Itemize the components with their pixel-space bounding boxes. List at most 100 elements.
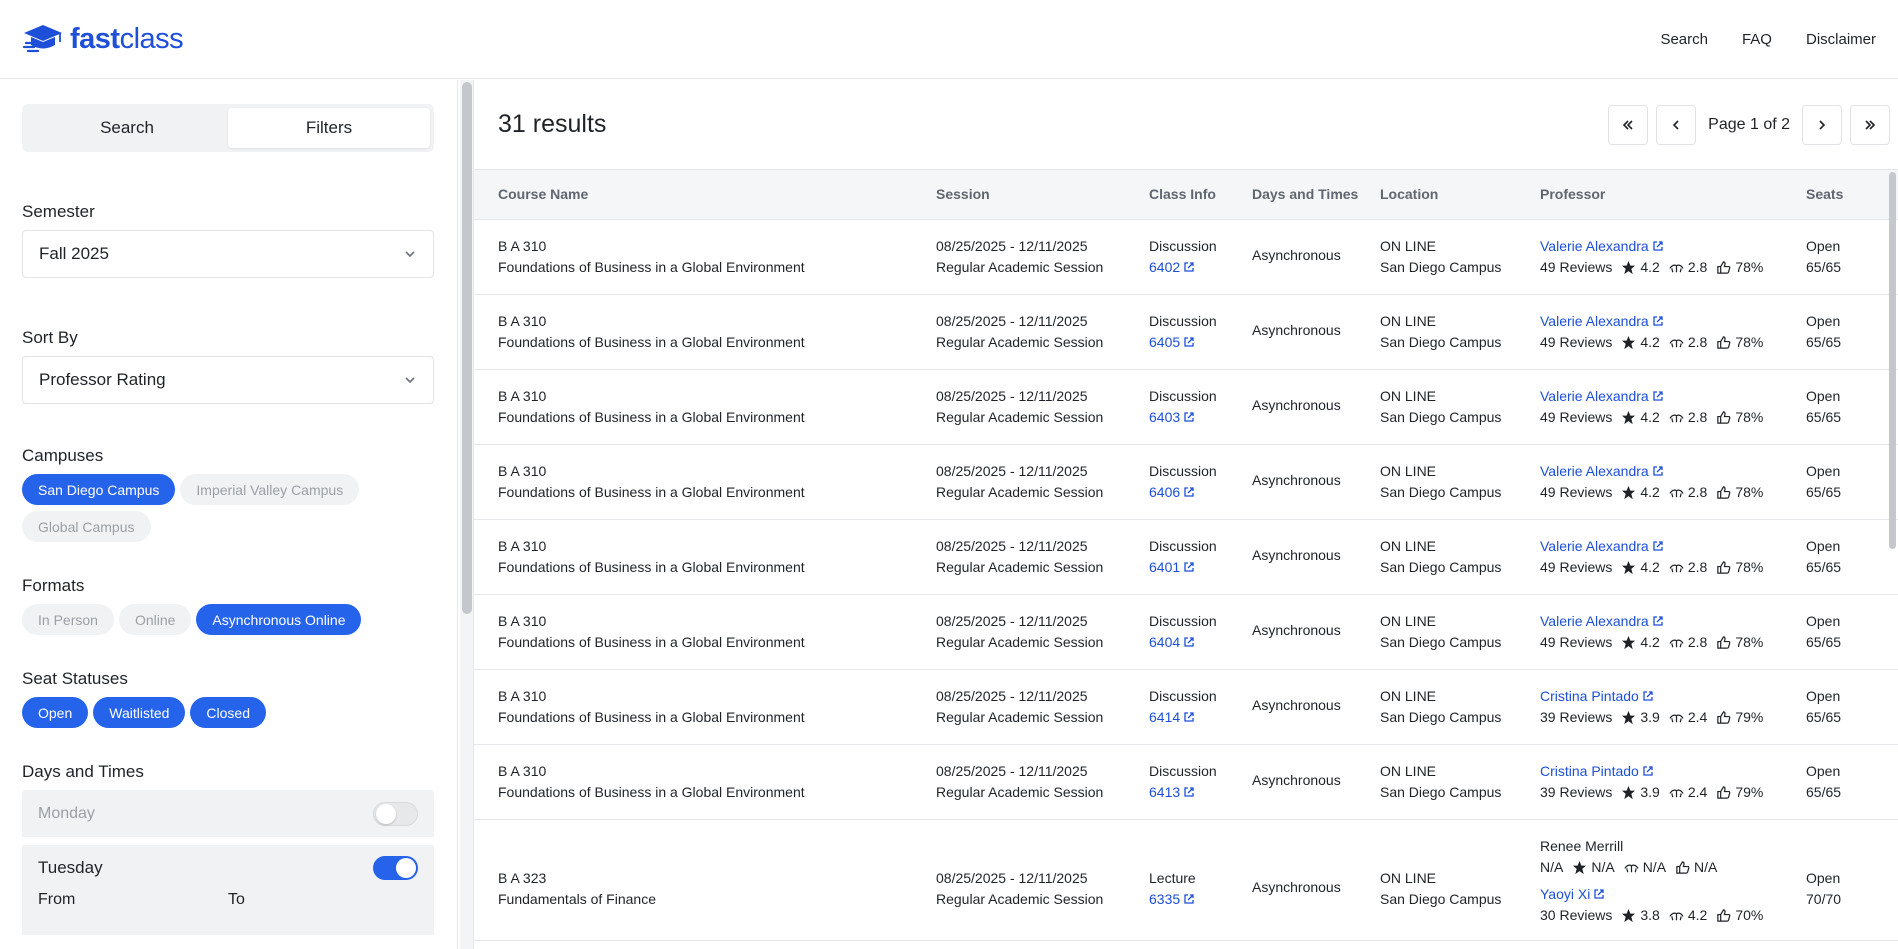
session-name: Regular Academic Session <box>936 409 1104 425</box>
professor-link[interactable]: Valerie Alexandra <box>1540 311 1795 332</box>
class-number-link[interactable]: 6402 <box>1149 257 1239 278</box>
first-page-button[interactable] <box>1608 104 1649 145</box>
thumbs-up-icon <box>1717 486 1731 499</box>
chip-waitlisted[interactable]: Waitlisted <box>93 697 186 728</box>
days-times-value: Asynchronous <box>1252 697 1341 713</box>
chip-global-campus[interactable]: Global Campus <box>22 511 151 542</box>
col-seats[interactable]: Seats <box>1806 186 1866 202</box>
col-session[interactable]: Session <box>936 186 1136 202</box>
table-row[interactable]: B A 310 Foundations of Business in a Glo… <box>474 745 1898 820</box>
professor-link[interactable]: Valerie Alexandra <box>1540 386 1795 407</box>
col-course-name[interactable]: Course Name <box>498 186 918 202</box>
tab-filters[interactable]: Filters <box>228 108 430 148</box>
professor-link[interactable]: Yaoyi Xi <box>1540 884 1795 905</box>
chip-open[interactable]: Open <box>22 697 89 728</box>
location-campus: San Diego Campus <box>1380 259 1502 275</box>
next-page-button[interactable] <box>1802 104 1842 145</box>
difficulty-value: 2.8 <box>1687 409 1708 425</box>
star-icon <box>1622 335 1636 350</box>
formats-label: Formats <box>22 576 85 595</box>
table-row[interactable]: B A 323 Fundamentals of Finance 08/25/20… <box>474 820 1898 941</box>
professor-link[interactable]: Valerie Alexandra <box>1540 236 1795 257</box>
prev-page-button[interactable] <box>1656 104 1697 145</box>
semester-select[interactable]: Fall 2025 <box>22 230 434 278</box>
tuesday-toggle[interactable] <box>373 856 418 880</box>
seat-status: Open <box>1806 613 1841 629</box>
reviews-count: 49 Reviews <box>1540 259 1613 275</box>
table-row[interactable]: B A 310 Foundations of Business in a Glo… <box>474 670 1898 745</box>
difficulty-icon <box>1669 789 1684 798</box>
logo[interactable]: fastclass <box>22 21 184 57</box>
sort-by-select[interactable]: Professor Rating <box>22 356 434 404</box>
external-link-icon <box>1184 637 1194 647</box>
external-link-icon <box>1653 541 1663 551</box>
course-code: B A 310 <box>498 463 547 479</box>
take-again-value: 78% <box>1735 334 1764 350</box>
class-number-link[interactable]: 6405 <box>1149 332 1239 353</box>
seat-status: Open <box>1806 538 1841 554</box>
difficulty-icon <box>1624 864 1639 873</box>
location-room: ON LINE <box>1380 538 1437 554</box>
location-room: ON LINE <box>1380 463 1437 479</box>
sidebar-scrollbar[interactable] <box>460 80 474 949</box>
difficulty-icon <box>1669 489 1684 498</box>
difficulty-icon <box>1669 912 1684 921</box>
chip-in-person[interactable]: In Person <box>22 604 114 635</box>
class-number-link[interactable]: 6413 <box>1149 782 1239 803</box>
nav-disclaimer-link[interactable]: Disclaimer <box>1806 31 1876 48</box>
nav-faq-link[interactable]: FAQ <box>1742 31 1772 48</box>
course-code: B A 323 <box>498 870 547 886</box>
seat-count: 65/65 <box>1806 484 1842 500</box>
star-icon <box>1622 560 1636 575</box>
table-row[interactable]: B A 310 Foundations of Business in a Glo… <box>474 445 1898 520</box>
col-professor[interactable]: Professor <box>1540 186 1795 202</box>
results-scrollbar[interactable] <box>1886 172 1898 949</box>
chip-closed[interactable]: Closed <box>190 697 267 728</box>
brand-name: fastclass <box>70 22 184 55</box>
prev-page-icon <box>1673 119 1679 130</box>
chip-asynchronous-online[interactable]: Asynchronous Online <box>196 604 362 635</box>
monday-toggle[interactable] <box>373 801 418 826</box>
chip-online[interactable]: Online <box>118 604 192 635</box>
class-number-link[interactable]: 6403 <box>1149 407 1239 428</box>
col-class-info[interactable]: Class Info <box>1149 186 1239 202</box>
sort-by-value: Professor Rating <box>39 370 166 389</box>
col-location[interactable]: Location <box>1380 186 1530 202</box>
class-number-link[interactable]: 6406 <box>1149 482 1239 503</box>
difficulty-value: 2.8 <box>1687 634 1708 650</box>
chip-san-diego-campus[interactable]: San Diego Campus <box>22 474 176 505</box>
professor-link[interactable]: Cristina Pintado <box>1540 761 1795 782</box>
chip-imperial-valley-campus[interactable]: Imperial Valley Campus <box>180 474 360 505</box>
external-link-icon <box>1184 262 1194 272</box>
professor-stats: 49 Reviews 4.2 2.8 78% <box>1540 407 1795 428</box>
professor-link[interactable]: Valerie Alexandra <box>1540 611 1795 632</box>
nav-search-link[interactable]: Search <box>1660 31 1708 48</box>
class-type: Discussion <box>1149 613 1217 629</box>
reviews-count: N/A <box>1540 859 1564 875</box>
class-number-link[interactable]: 6401 <box>1149 557 1239 578</box>
professor-stats: 30 Reviews 3.8 4.2 70% <box>1540 905 1795 926</box>
professor-stats: 49 Reviews 4.2 2.8 78% <box>1540 557 1795 578</box>
days-times-value: Asynchronous <box>1252 772 1341 788</box>
table-row[interactable]: B A 310 Foundations of Business in a Glo… <box>474 220 1898 295</box>
seat-count: 65/65 <box>1806 259 1842 275</box>
table-row[interactable]: B A 310 Foundations of Business in a Glo… <box>474 520 1898 595</box>
col-days-times[interactable]: Days and Times <box>1252 186 1372 202</box>
professor-link[interactable]: Valerie Alexandra <box>1540 461 1795 482</box>
table-row[interactable]: B A 310 Foundations of Business in a Glo… <box>474 295 1898 370</box>
sidebar-tabs: Search Filters <box>22 104 434 152</box>
class-number-link[interactable]: 6335 <box>1149 889 1239 910</box>
professor-link[interactable]: Cristina Pintado <box>1540 686 1795 707</box>
star-icon <box>1622 260 1636 275</box>
professor-link[interactable]: Valerie Alexandra <box>1540 536 1795 557</box>
session-name: Regular Academic Session <box>936 634 1104 650</box>
class-number-link[interactable]: 6404 <box>1149 632 1239 653</box>
table-row[interactable]: B A 310 Foundations of Business in a Glo… <box>474 595 1898 670</box>
tab-search[interactable]: Search <box>26 108 228 148</box>
class-number-link[interactable]: 6414 <box>1149 707 1239 728</box>
results-table: B A 310 Foundations of Business in a Glo… <box>474 220 1898 820</box>
professor-stats: 49 Reviews 4.2 2.8 78% <box>1540 332 1795 353</box>
last-page-button[interactable] <box>1850 104 1890 145</box>
class-type: Discussion <box>1149 538 1217 554</box>
table-row[interactable]: B A 310 Foundations of Business in a Glo… <box>474 370 1898 445</box>
